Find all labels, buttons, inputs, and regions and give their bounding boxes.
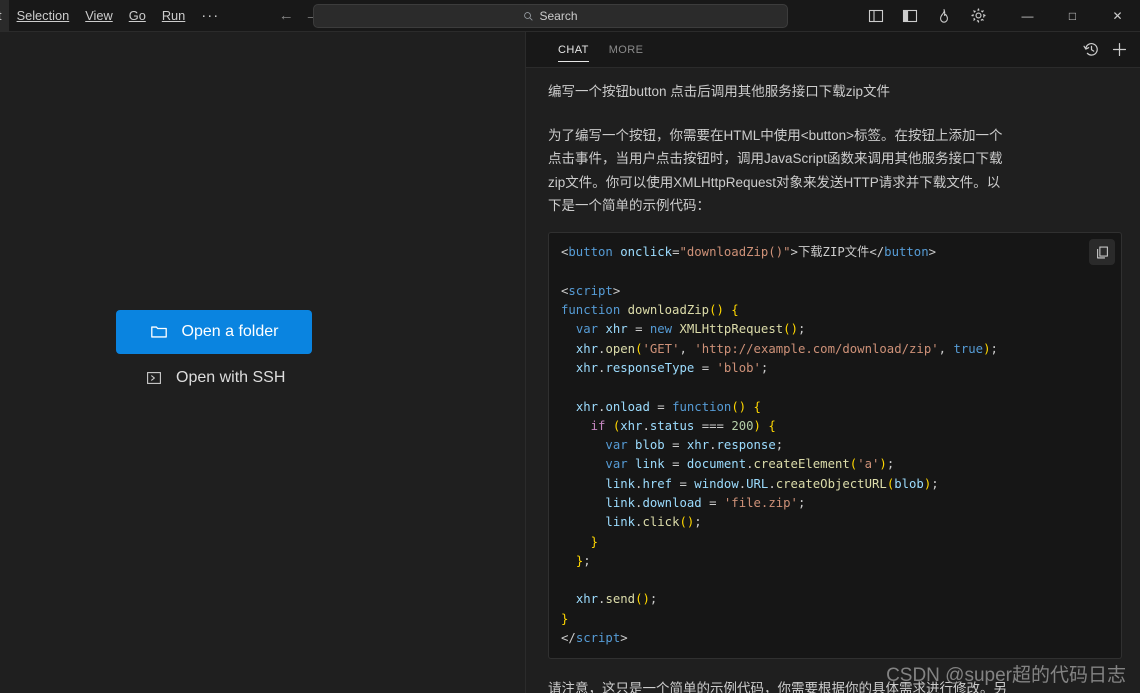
menu-item-go[interactable]: Go [121,0,154,31]
menu-item-view[interactable]: View [77,0,121,31]
chat-conversation: 编写一个按钮button 点击后调用其他服务接口下载zip文件 为了编写一个按钮… [526,68,1140,693]
chat-header-actions [1078,32,1140,67]
open-folder-button[interactable]: Open a folder [116,310,312,354]
toggle-sidebar-icon[interactable] [893,0,927,31]
remote-ssh-icon [147,372,161,384]
maximize-button[interactable]: □ [1050,0,1095,31]
chat-panel: CHAT MORE 编写一个按钮button 点击后调用其他服务接口下载zip文… [525,32,1140,693]
tab-chat[interactable]: CHAT [548,32,599,67]
toggle-panel-icon[interactable] [859,0,893,31]
menu-item-label: Go [128,8,146,23]
search-icon [524,11,534,21]
flame-glyph [940,8,948,23]
history-glyph [1082,43,1098,56]
chat-user-question: 编写一个按钮button 点击后调用其他服务接口下载zip文件 [548,84,891,99]
gear-icon[interactable] [961,0,995,31]
menu-item-label: Selection [16,8,70,23]
tab-chat-label: CHAT [558,43,589,56]
history-icon[interactable] [1078,37,1104,63]
folder-icon [150,326,167,338]
toggle-panel-glyph [868,9,884,22]
menu-item-selection[interactable]: Selection [9,0,78,31]
menu-item-run[interactable]: Run [154,0,193,31]
chat-answer-outro: 请注意，这只是一个简单的示例代码，你需要根据你的具体需求进行修改。另外，如果你需… [548,681,1007,693]
menu-item-edit-clipped[interactable]: t [0,0,9,31]
editor-welcome-area: Open a folder Open with SSH [0,32,525,693]
welcome-actions: Open a folder Open with SSH [116,310,312,387]
menu-bar: t Selection View Go Run ··· [0,0,227,31]
window-controls: — □ ✕ [1005,0,1140,31]
toggle-sidebar-glyph [902,9,918,22]
tab-more[interactable]: MORE [599,32,654,67]
gear-glyph [970,8,986,23]
title-bar-actions: — □ ✕ [859,0,1140,31]
search-placeholder: Search [539,9,578,23]
tab-more-label: MORE [608,43,644,56]
code-block: <button onclick="downloadZip()">下载ZIP文件<… [548,232,1122,660]
chat-panel-header: CHAT MORE [526,32,1140,68]
menu-item-label: View [85,8,113,23]
search-input[interactable]: Search [313,4,788,28]
menu-item-label: t [0,8,2,23]
menu-item-label: Run [161,8,186,23]
copy-code-button[interactable] [1089,239,1115,266]
open-with-ssh-label: Open with SSH [176,369,286,386]
flame-icon[interactable] [927,0,961,31]
minimize-button[interactable]: — [1005,0,1050,31]
open-folder-label: Open a folder [181,323,279,340]
menu-overflow-icon[interactable]: ··· [193,0,227,31]
search-bar[interactable]: Search [313,4,788,28]
new-chat-icon[interactable] [1106,37,1132,63]
code-content: <button onclick="downloadZip()">下载ZIP文件<… [561,245,998,646]
plus-glyph [1112,42,1126,57]
copy-icon [1096,246,1108,259]
chat-answer-intro: 为了编写一个按钮，你需要在HTML中使用<button>标签。在按钮上添加一个点… [548,128,1003,213]
back-arrow-icon[interactable]: ← [275,5,297,27]
title-bar: t Selection View Go Run ··· ← → Search [0,0,1140,32]
close-button[interactable]: ✕ [1095,0,1140,31]
open-with-ssh-link[interactable]: Open with SSH [146,369,285,387]
main-area: Open a folder Open with SSH CHAT MORE 编写… [0,32,1140,693]
